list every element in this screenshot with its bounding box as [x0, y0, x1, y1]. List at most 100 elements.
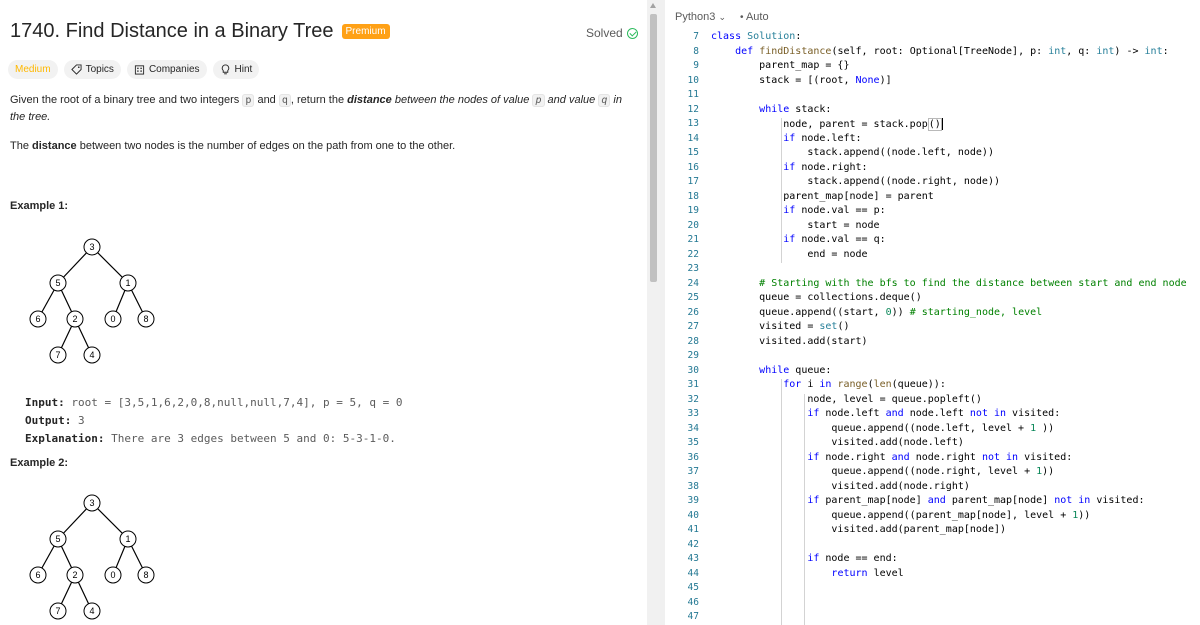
- hint-tag[interactable]: Hint: [212, 60, 260, 79]
- code-line[interactable]: 46: [665, 597, 1200, 612]
- line-number: 11: [687, 89, 699, 100]
- code-line[interactable]: 20 start = node: [665, 220, 1200, 235]
- code-text: queue = collections.deque(): [711, 292, 922, 303]
- code-line[interactable]: 21 if node.val == q:: [665, 234, 1200, 249]
- line-number: 13: [687, 118, 699, 129]
- code-line[interactable]: 37 queue.append((node.right, level + 1)): [665, 466, 1200, 481]
- page-title[interactable]: 1740. Find Distance in a Binary Tree: [10, 20, 334, 43]
- code-line[interactable]: 9 parent_map = {}: [665, 60, 1200, 75]
- building-icon: [134, 65, 145, 75]
- code-line[interactable]: 22 end = node: [665, 249, 1200, 264]
- difficulty-tag[interactable]: Medium: [8, 60, 58, 79]
- tree-node: 3: [89, 242, 94, 252]
- code-line[interactable]: 18 parent_map[node] = parent: [665, 191, 1200, 206]
- line-number: 38: [687, 480, 699, 492]
- code-line[interactable]: 30 while queue:: [665, 365, 1200, 380]
- code-line[interactable]: 12 while stack:: [665, 104, 1200, 119]
- indent-guide: [781, 118, 782, 263]
- companies-tag[interactable]: Companies: [126, 60, 207, 79]
- companies-label: Companies: [148, 64, 200, 75]
- code-line[interactable]: 43 if node == end:: [665, 553, 1200, 568]
- code-line[interactable]: 38 visited.add(node.right): [665, 481, 1200, 496]
- chevron-down-icon: ⌄: [718, 12, 726, 22]
- topics-tag[interactable]: Topics: [63, 60, 121, 79]
- language-select[interactable]: Python3 ⌄: [675, 11, 726, 23]
- code-text: return level: [831, 567, 904, 579]
- code-line[interactable]: 27 visited = set(): [665, 321, 1200, 336]
- code-line[interactable]: 15 stack.append((node.left, node)): [665, 147, 1200, 162]
- line-number: 24: [687, 277, 699, 289]
- input-label: Input:: [25, 396, 65, 409]
- code-line[interactable]: 28 visited.add(start): [665, 336, 1200, 351]
- desc-text: between the nodes of value: [391, 94, 533, 106]
- line-number: 12: [687, 103, 699, 115]
- line-number: 46: [687, 596, 699, 608]
- code-line[interactable]: 40 queue.append((parent_map[node], level…: [665, 510, 1200, 525]
- code-text: def findDistance(self, root: Optional[Tr…: [735, 45, 1169, 57]
- language-label: Python3: [675, 11, 716, 23]
- line-number: 25: [687, 292, 699, 303]
- code-line[interactable]: 14 if node.left:: [665, 133, 1200, 148]
- desc-text: The: [10, 140, 33, 152]
- line-number: 18: [687, 190, 699, 202]
- code-line[interactable]: 10 stack = [(root, None)]: [665, 75, 1200, 90]
- line-number: 26: [687, 306, 699, 318]
- code-text: parent_map[node] = parent: [711, 190, 934, 202]
- scroll-up-arrow-icon[interactable]: [650, 3, 656, 8]
- auto-mode[interactable]: • Auto: [740, 11, 769, 23]
- code-text: while queue:: [759, 364, 832, 376]
- inline-code: q: [278, 94, 291, 107]
- code-line[interactable]: 26 queue.append((start, 0)) # starting_n…: [665, 307, 1200, 322]
- code-text: end = node: [711, 248, 868, 260]
- code-line[interactable]: 19 if node.val == p:: [665, 205, 1200, 220]
- code-line[interactable]: 16 if node.right:: [665, 162, 1200, 177]
- code-text: class Solution:: [711, 31, 802, 42]
- code-line[interactable]: 47: [665, 611, 1200, 625]
- code-text: if node.right:: [783, 161, 868, 173]
- description-paragraph-2: The distance between two nodes is the nu…: [10, 138, 455, 155]
- code-text: visited = set(): [711, 321, 850, 332]
- code-text: visited.add(start): [711, 335, 868, 347]
- code-line[interactable]: 32 node, level = queue.popleft(): [665, 394, 1200, 409]
- code-text: # Starting with the bfs to find the dist…: [759, 277, 1187, 289]
- tree-node: 8: [143, 314, 148, 324]
- code-line[interactable]: 7 class Solution:: [665, 31, 1200, 46]
- code-line[interactable]: 13 node, parent = stack.pop(): [665, 118, 1200, 133]
- scrollbar-thumb[interactable]: [650, 14, 657, 282]
- tree-node: 5: [55, 278, 60, 288]
- code-text: stack.append((node.left, node)): [711, 147, 994, 158]
- code-line[interactable]: 29: [665, 350, 1200, 365]
- title-row: 1740. Find Distance in a Binary Tree Pre…: [10, 20, 390, 43]
- code-line[interactable]: 33 if node.left and node.left not in vis…: [665, 408, 1200, 423]
- code-line[interactable]: 23: [665, 263, 1200, 278]
- premium-badge[interactable]: Premium: [341, 24, 390, 39]
- code-line[interactable]: 11: [665, 89, 1200, 104]
- code-line[interactable]: 45: [665, 582, 1200, 597]
- code-text: stack = [(root, None)]: [711, 74, 892, 86]
- line-number: 33: [687, 408, 699, 419]
- line-number: 17: [687, 176, 699, 187]
- code-line[interactable]: 41 visited.add(parent_map[node]): [665, 524, 1200, 539]
- code-line[interactable]: 35 visited.add(node.left): [665, 437, 1200, 452]
- line-number: 30: [687, 364, 699, 376]
- line-number: 32: [687, 393, 699, 405]
- code-line[interactable]: 8 def findDistance(self, root: Optional[…: [665, 46, 1200, 61]
- code-line[interactable]: 25 queue = collections.deque(): [665, 292, 1200, 307]
- input-line: Input: root = [3,5,1,6,2,0,8,null,null,7…: [25, 394, 403, 412]
- output-line: Output: 3: [25, 412, 403, 430]
- description-paragraph-1: Given the root of a binary tree and two …: [10, 92, 635, 126]
- code-line[interactable]: 31 for i in range(len(queue)):: [665, 379, 1200, 394]
- description-scrollbar[interactable]: [647, 0, 660, 625]
- code-line[interactable]: 36 if node.right and node.right not in v…: [665, 452, 1200, 467]
- desc-text: , return the: [290, 94, 348, 106]
- code-line[interactable]: 17 stack.append((node.right, node)): [665, 176, 1200, 191]
- code-line[interactable]: 42: [665, 539, 1200, 554]
- code-line[interactable]: 34 queue.append((node.left, level + 1 )): [665, 423, 1200, 438]
- code-line[interactable]: 39 if parent_map[node] and parent_map[no…: [665, 495, 1200, 510]
- code-text: if node.val == q:: [783, 234, 886, 245]
- code-line[interactable]: 44 return level: [665, 568, 1200, 583]
- tree-node: 8: [143, 570, 148, 580]
- code-line[interactable]: 24 # Starting with the bfs to find the d…: [665, 278, 1200, 293]
- line-number: 36: [687, 451, 699, 463]
- example-2-heading: Example 2:: [10, 457, 69, 469]
